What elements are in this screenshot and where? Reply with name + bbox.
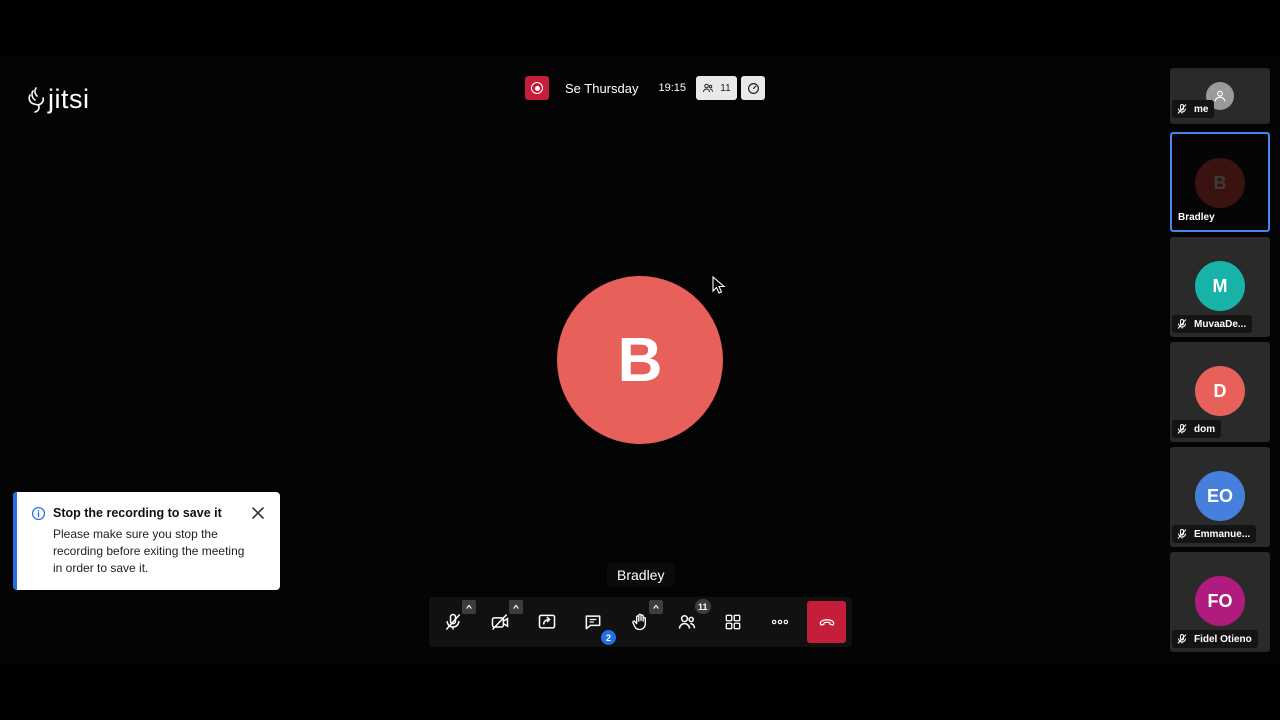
participant-name: dom — [1194, 423, 1216, 435]
participant-name: Fidel Otieno — [1194, 633, 1252, 645]
more-actions-button[interactable] — [758, 600, 802, 644]
avatar-initial: B — [1213, 172, 1227, 193]
avatar: M — [1195, 261, 1245, 311]
participants-icon — [678, 615, 696, 629]
recording-notification: Stop the recording to save it Please mak… — [13, 492, 280, 590]
grid-icon — [725, 614, 741, 630]
participant-tile-emmanuel[interactable]: EO Emmanue... — [1170, 447, 1270, 547]
participant-tile-dom[interactable]: D dom — [1170, 342, 1270, 442]
participant-name-label: Emmanue... — [1172, 525, 1257, 543]
user-icon — [1214, 90, 1226, 102]
reactions-caret[interactable] — [649, 600, 663, 614]
notification-accent-bar — [13, 492, 17, 590]
notification-body: Please make sure you stop the recording … — [53, 527, 245, 575]
participant-name-label: me — [1172, 100, 1215, 118]
avatar-initial: D — [1213, 380, 1227, 401]
participant-tile-fidel[interactable]: FO Fidel Otieno — [1170, 552, 1270, 652]
connection-quality-button[interactable] — [741, 76, 765, 100]
chat-unread-badge: 2 — [601, 630, 616, 645]
participant-count-pill[interactable]: 11 — [696, 76, 737, 100]
mic-off-icon — [1177, 319, 1187, 329]
hand-icon — [632, 613, 646, 631]
participant-tile-me[interactable]: me — [1170, 68, 1270, 124]
participant-name-label: MuvaaDe... — [1172, 315, 1253, 333]
close-icon[interactable] — [251, 506, 265, 520]
avatar-initial: EO — [1206, 485, 1233, 506]
tile-view-button[interactable] — [711, 600, 755, 644]
participant-tile-muvaade[interactable]: M MuvaaDe... — [1170, 237, 1270, 337]
record-icon — [531, 82, 543, 94]
mouse-cursor-icon — [712, 276, 726, 294]
mic-off-icon — [1177, 104, 1187, 114]
leave-meeting-button[interactable] — [807, 601, 846, 643]
info-icon — [31, 506, 46, 521]
jitsi-logo[interactable]: jitsi — [24, 84, 90, 115]
recording-indicator[interactable] — [525, 76, 549, 100]
avatar: B — [1195, 158, 1245, 208]
chat-icon — [585, 615, 601, 630]
meeting-header: Se Thursday 19:15 11 — [525, 76, 765, 100]
participant-name-label: Bradley — [1174, 208, 1221, 226]
chevron-up-icon — [466, 604, 472, 609]
avatar-initial: FO — [1207, 590, 1233, 611]
participant-name: me — [1194, 103, 1209, 115]
screen-share-button[interactable] — [525, 600, 569, 644]
meeting-name: Se Thursday — [565, 80, 639, 96]
participant-name: Bradley — [1178, 211, 1215, 223]
camera-off-icon — [491, 613, 509, 631]
logo-text: jitsi — [48, 84, 90, 114]
screen-share-icon — [538, 614, 556, 629]
participant-count: 11 — [720, 82, 731, 94]
avatar: EO — [1195, 471, 1245, 521]
hang-up-icon — [819, 619, 834, 626]
chevron-up-icon — [513, 604, 519, 609]
mic-off-icon — [1177, 634, 1187, 644]
main-toolbar: 2 11 — [429, 597, 852, 647]
notification-title: Stop the recording to save it — [53, 506, 222, 520]
avatar: D — [1195, 366, 1245, 416]
participants-count-badge: 11 — [695, 599, 711, 614]
meeting-time: 19:15 — [658, 82, 686, 94]
jitsi-logo-icon — [28, 86, 45, 113]
dominant-speaker-name: Bradley — [607, 563, 675, 587]
mic-off-icon — [1177, 424, 1187, 434]
chevron-up-icon — [653, 604, 659, 609]
participant-tile-bradley[interactable]: B Bradley — [1170, 132, 1270, 232]
participant-name-label: Fidel Otieno — [1172, 630, 1258, 648]
avatar: FO — [1195, 576, 1245, 626]
gauge-icon — [747, 82, 759, 94]
avatar-initial: B — [617, 325, 663, 395]
participants-icon — [703, 83, 714, 93]
participant-name: Emmanue... — [1194, 528, 1251, 540]
more-horizontal-icon — [771, 619, 789, 625]
dominant-speaker-avatar: B — [557, 276, 723, 444]
mic-off-icon — [445, 613, 461, 630]
video-options-caret[interactable] — [509, 600, 523, 614]
avatar-initial: M — [1212, 275, 1228, 296]
participant-name-label: dom — [1172, 420, 1222, 438]
audio-options-caret[interactable] — [462, 600, 476, 614]
mic-off-icon — [1177, 529, 1187, 539]
participant-name: MuvaaDe... — [1194, 318, 1247, 330]
